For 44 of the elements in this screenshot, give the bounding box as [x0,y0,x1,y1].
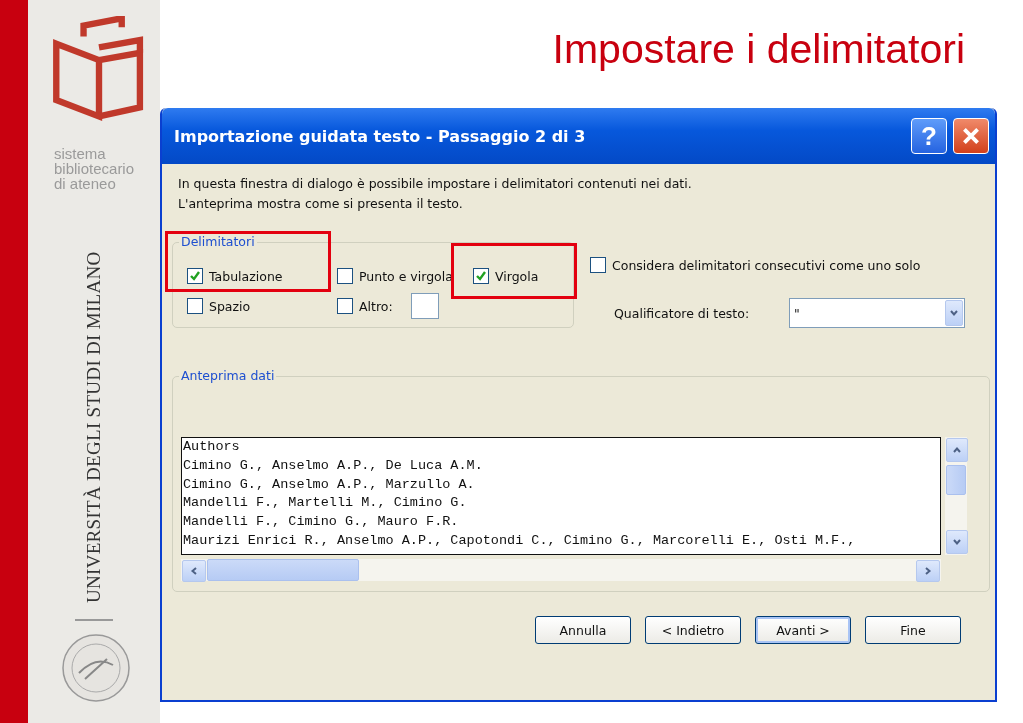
checkbox-label: Altro: [359,298,393,314]
group-legend: Anteprima dati [179,368,277,383]
qualifier-label: Qualificatore di testo: [614,305,750,321]
checkbox[interactable] [187,268,203,284]
horizontal-scrollbar[interactable] [181,559,941,581]
scroll-thumb[interactable] [207,559,359,581]
scroll-up-icon[interactable] [946,438,968,462]
preview-line: Mandelli F., Martelli M., Cimino G. [183,494,468,513]
close-icon [960,125,982,147]
checkbox[interactable] [473,268,489,284]
window-title: Importazione guidata testo - Passaggio 2 di 3 [174,126,587,146]
preview-line: Cimino G., Anselmo A.P., De Luca A.M. [183,456,484,475]
checkbox[interactable] [187,298,203,314]
preview-line: Authors [183,438,241,456]
close-button[interactable] [953,118,989,154]
checkbox-label: Virgola [495,268,539,284]
preview-line: Cimino G., Anselmo A.P., Marzullo A. [183,475,476,494]
checkbox-label: Spazio [209,298,251,314]
dialog-button[interactable]: Annulla [535,616,631,644]
scroll-down-icon[interactable] [946,530,968,554]
vertical-scrollbar[interactable] [945,437,967,555]
dialog-button[interactable]: Fine [865,616,961,644]
checkbox[interactable] [337,298,353,314]
preview-line: Mandelli F., Cimino G., Mauro F.R. [183,513,460,532]
library-name: sistema bibliotecario di ateneo [54,146,135,191]
dialog-button[interactable]: Avanti > [755,616,851,644]
slide-title: Impostare i delimitatori [551,26,966,74]
group-legend: Delimitatori [179,234,257,249]
intro-text: L'anteprima mostra come si presenta il testo. [178,195,464,213]
checkbox-label: Considera delimitatori consecutivi come uno solo [612,257,921,273]
scroll-thumb[interactable] [946,465,966,495]
checkbox[interactable] [590,257,606,273]
seal-icon [61,633,131,703]
qualifier-dropdown[interactable]: " [789,298,966,328]
intro-text: In questa finestra di dialogo è possibile impostare i delimitatori contenuti nei dati. [178,175,693,193]
checkbox-label: Tabulazione [209,268,283,284]
university-name: UNIVERSITÀ DEGLI STUDI DI MILANO [83,250,105,603]
scroll-left-icon[interactable] [182,560,206,582]
other-delimiter-field[interactable] [410,293,439,319]
preview-line: Maurizi Enrici R., Anselmo A.P., Capotondi C., Cimino G., Marcorelli E., Osti M.F., [183,532,857,550]
checkbox[interactable] [337,268,353,284]
scroll-right-icon[interactable] [916,560,940,582]
dialog-button[interactable]: < Indietro [645,616,741,644]
checkbox-label: Punto e virgola [359,268,453,284]
